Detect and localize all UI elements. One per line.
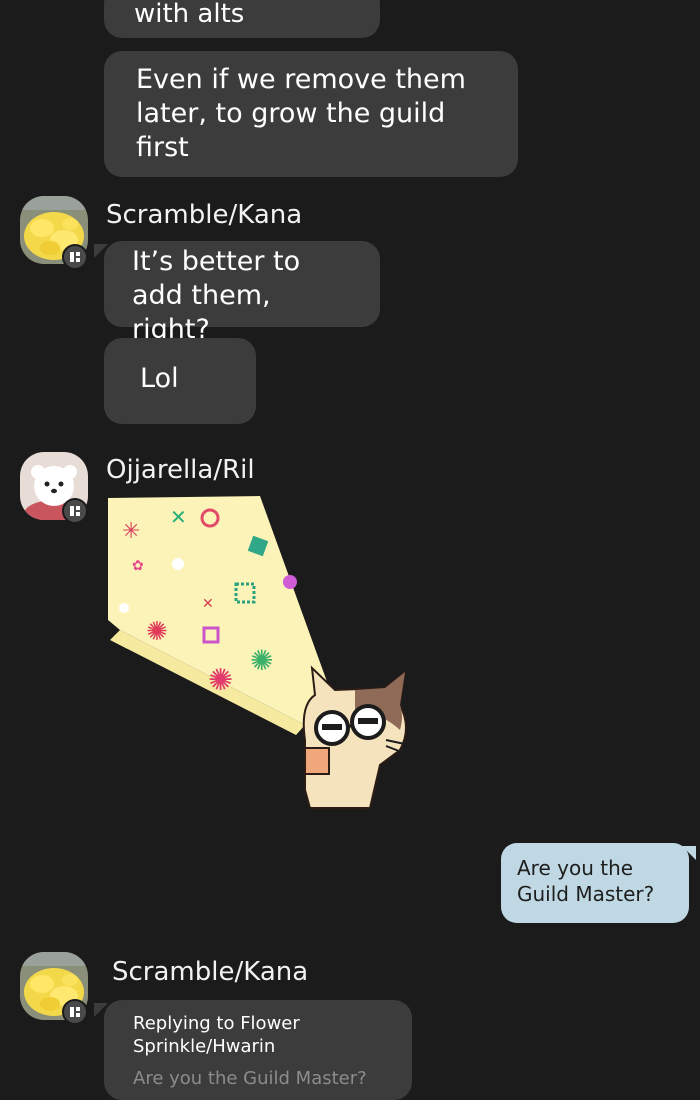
svg-text:✿: ✿	[132, 558, 144, 574]
sender-name: Scramble/Kana	[106, 200, 303, 230]
cat-character	[302, 665, 415, 809]
message-bubble[interactable]: Are you the Guild Master?	[501, 843, 689, 923]
badge-icon	[62, 244, 88, 270]
cat-party-popper-sticker[interactable]: ✳ ✕ ✿ ✕ ✺ ✺ ✺	[100, 490, 430, 820]
sender-name: Scramble/Kana	[112, 957, 309, 987]
reply-header: Replying to Flower Sprinkle/Hwarin	[133, 1013, 300, 1058]
message-text: with alts	[134, 0, 245, 29]
reply-message-bubble[interactable]: Replying to Flower Sprinkle/Hwarin Are y…	[104, 1000, 412, 1100]
badge-icon	[62, 498, 88, 524]
svg-text:✳: ✳	[122, 519, 140, 544]
quoted-message: Are you the Guild Master?	[133, 1067, 367, 1089]
svg-text:✕: ✕	[170, 505, 187, 529]
svg-text:✺: ✺	[146, 617, 168, 647]
svg-text:✺: ✺	[250, 644, 273, 677]
sender-name: Ojjarella/Ril	[106, 455, 255, 485]
message-bubble[interactable]: Lol	[104, 338, 256, 424]
message-text: Even if we remove them later, to grow th…	[136, 64, 466, 164]
message-bubble[interactable]: Even if we remove them later, to grow th…	[104, 51, 518, 177]
message-text: Are you the Guild Master?	[517, 856, 655, 906]
message-bubble[interactable]: It’s better to add them, right?	[104, 241, 380, 345]
svg-text:✺: ✺	[208, 663, 233, 698]
message-text: It’s better to add them, right?	[132, 246, 301, 346]
message-bubble[interactable]: with alts	[104, 0, 380, 38]
svg-text:✕: ✕	[202, 596, 214, 612]
badge-icon	[62, 999, 88, 1025]
message-text: Lol	[140, 363, 179, 394]
